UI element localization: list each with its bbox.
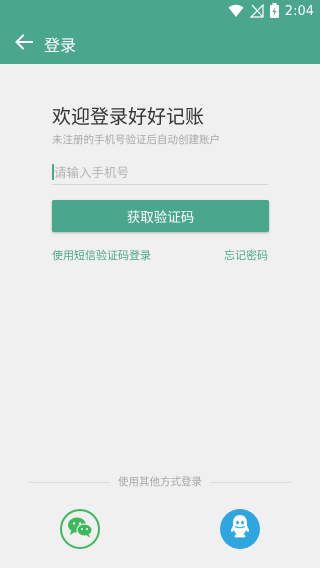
get-code-button[interactable]: 获取验证码 (52, 200, 269, 232)
qq-icon (228, 514, 252, 544)
battery-charging-icon (269, 2, 279, 22)
no-signal-icon (249, 3, 264, 22)
qq-login-button[interactable] (220, 509, 260, 549)
wechat-login-button[interactable] (60, 509, 100, 549)
app-bar: 登录 (0, 24, 320, 64)
status-bar: 2:04 (0, 0, 320, 24)
arrow-left-icon (15, 34, 33, 54)
page-title: 登录 (44, 36, 77, 55)
sms-login-link[interactable]: 使用短信验证码登录 (52, 247, 151, 263)
status-time: 2:04 (284, 4, 314, 19)
wechat-icon (67, 516, 93, 542)
welcome-heading: 欢迎登录好好记账 (52, 106, 205, 128)
status-icons: 2:04 (228, 0, 314, 24)
other-login-divider: 使用其他方式登录 (0, 474, 320, 489)
forgot-password-link[interactable]: 忘记密码 (224, 247, 268, 263)
phone-input[interactable] (52, 160, 270, 184)
welcome-subtitle: 未注册的手机号验证后自动创建账户 (52, 134, 220, 146)
phone-field (52, 160, 270, 185)
other-login-label: 使用其他方式登录 (112, 476, 208, 488)
wifi-icon (228, 3, 244, 22)
back-button[interactable] (6, 24, 42, 64)
